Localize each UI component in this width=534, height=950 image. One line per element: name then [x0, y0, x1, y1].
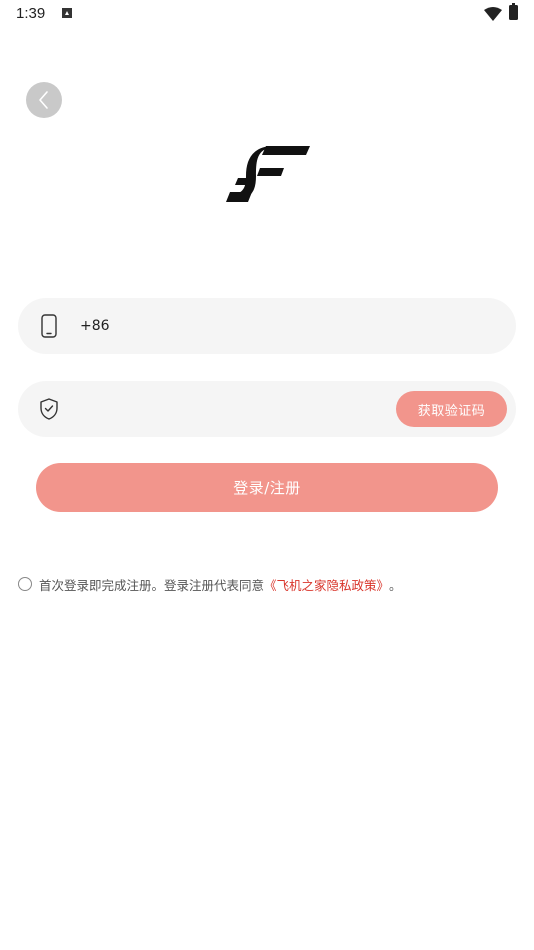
login-register-button[interactable]: 登录/注册: [36, 463, 498, 512]
agreement-row: 首次登录即完成注册。登录注册代表同意 《飞机之家隐私政策》 。: [18, 575, 402, 593]
status-bar: 1:39: [0, 0, 534, 28]
shield-check-icon: [40, 398, 58, 420]
agreement-checkbox[interactable]: [18, 577, 32, 591]
agreement-suffix: 。: [389, 577, 402, 593]
privacy-policy-link[interactable]: 《飞机之家隐私政策》: [264, 575, 389, 594]
chevron-left-icon: [39, 91, 48, 109]
notification-a-icon: [62, 8, 72, 18]
phone-icon: [41, 314, 57, 338]
battery-icon: [509, 3, 518, 20]
code-input[interactable]: [80, 395, 380, 423]
back-button[interactable]: [26, 82, 62, 118]
code-field: 获取验证码: [18, 381, 516, 437]
phone-input[interactable]: [80, 312, 380, 340]
wifi-icon: [484, 7, 502, 21]
app-logo-icon: [226, 146, 310, 202]
agreement-text: 首次登录即完成注册。登录注册代表同意: [39, 577, 265, 593]
get-code-button[interactable]: 获取验证码: [396, 391, 507, 427]
phone-field: [18, 298, 516, 354]
status-time: 1:39: [16, 5, 46, 22]
